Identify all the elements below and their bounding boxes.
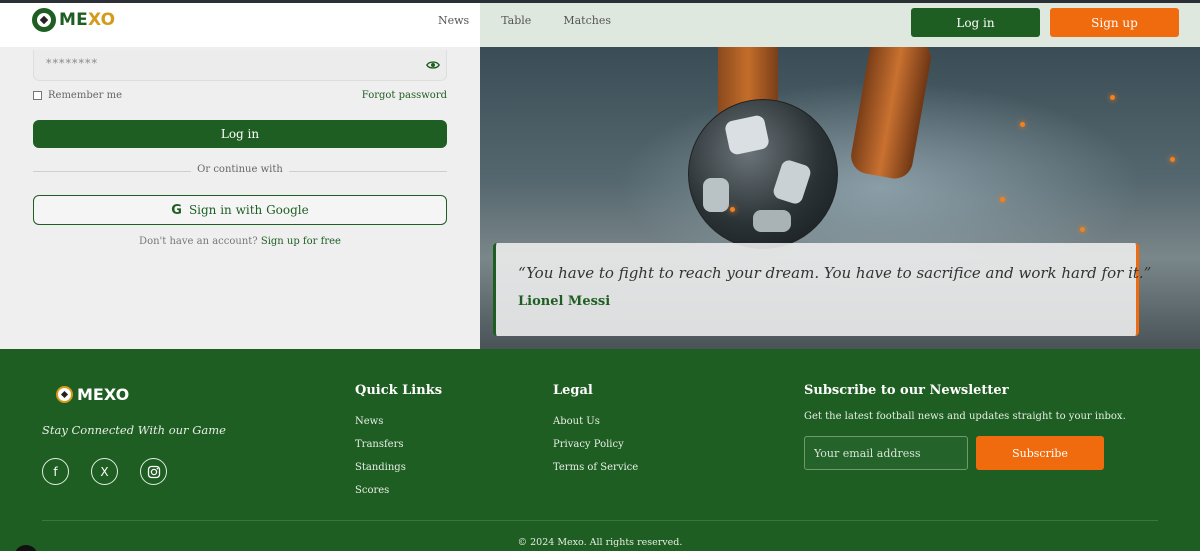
spark xyxy=(1170,157,1175,162)
google-signin-label: Sign in with Google xyxy=(188,203,309,217)
facebook-icon[interactable]: f xyxy=(42,458,69,485)
hero-image: “You have to fight to reach your dream. … xyxy=(480,47,1200,349)
spark xyxy=(730,207,735,212)
subscribe-button[interactable]: Subscribe xyxy=(976,436,1104,470)
nav-item-table[interactable]: Table xyxy=(501,14,531,27)
password-mask: ******** xyxy=(46,57,98,70)
footer-tagline: Stay Connected With our Game xyxy=(42,423,226,437)
signup-prompt: Don't have an account? Sign up for free xyxy=(33,236,447,247)
main-nav: News Table Matches xyxy=(438,14,611,27)
google-icon: G xyxy=(171,202,182,218)
soccer-ball-image xyxy=(688,99,838,249)
player-leg-right xyxy=(848,47,934,182)
quote-text: “You have to fight to reach your dream. … xyxy=(518,264,1152,282)
spark xyxy=(1020,122,1025,127)
header-signup-button[interactable]: Sign up xyxy=(1050,8,1179,37)
footer: MEXO Stay Connected With our Game f X Qu… xyxy=(0,349,1200,551)
quick-links-title: Quick Links xyxy=(355,383,443,398)
top-strip xyxy=(0,0,1200,3)
quote-card: “You have to fight to reach your dream. … xyxy=(493,243,1151,336)
signup-free-link[interactable]: Sign up for free xyxy=(261,236,341,247)
footer-divider xyxy=(42,520,1158,521)
header-login-button[interactable]: Log in xyxy=(911,8,1040,37)
legal-title: Legal xyxy=(553,383,593,398)
legal-list: About Us Privacy Policy Terms of Service xyxy=(553,415,638,484)
legal-link-privacy[interactable]: Privacy Policy xyxy=(553,438,638,461)
nav-item-news[interactable]: News xyxy=(438,14,469,27)
login-form-panel: ******** Remember me Forgot password Log… xyxy=(0,47,480,349)
remember-me[interactable]: Remember me xyxy=(33,90,122,101)
spark xyxy=(1110,95,1115,100)
social-links: f X xyxy=(42,458,167,485)
quick-link-standings[interactable]: Standings xyxy=(355,461,406,484)
quote-author: Lionel Messi xyxy=(518,294,611,309)
footer-logo[interactable]: MEXO xyxy=(56,385,129,404)
quick-links-list: News Transfers Standings Scores xyxy=(355,415,406,507)
signup-prompt-text: Don't have an account? xyxy=(139,236,258,247)
soccer-ball-icon xyxy=(32,8,56,32)
quick-link-news[interactable]: News xyxy=(355,415,406,438)
x-icon[interactable]: X xyxy=(91,458,118,485)
divider-text: Or continue with xyxy=(197,164,283,175)
newsletter-title: Subscribe to our Newsletter xyxy=(804,383,1009,398)
logo[interactable]: MEXO xyxy=(32,8,115,32)
spark xyxy=(1080,227,1085,232)
newsletter-description: Get the latest football news and updates… xyxy=(804,411,1126,422)
legal-link-terms[interactable]: Terms of Service xyxy=(553,461,638,484)
password-field[interactable]: ******** xyxy=(33,50,447,81)
divider-line-right xyxy=(289,171,447,172)
remember-me-label: Remember me xyxy=(48,90,123,101)
newsletter-email-input[interactable] xyxy=(804,436,968,470)
remember-me-checkbox[interactable] xyxy=(33,91,42,100)
nav-item-matches[interactable]: Matches xyxy=(563,14,611,27)
spark xyxy=(1000,197,1005,202)
copyright: © 2024 Mexo. All rights reserved. xyxy=(517,537,683,548)
footer-logo-text: MEXO xyxy=(77,385,130,404)
google-signin-button[interactable]: G Sign in with Google xyxy=(33,195,447,225)
or-divider: Or continue with xyxy=(33,164,447,178)
soccer-ball-icon xyxy=(56,386,73,403)
eye-icon[interactable] xyxy=(426,58,440,72)
quick-link-scores[interactable]: Scores xyxy=(355,484,406,507)
logo-text: MEXO xyxy=(59,10,116,30)
quick-link-transfers[interactable]: Transfers xyxy=(355,438,406,461)
legal-link-about[interactable]: About Us xyxy=(553,415,638,438)
forgot-password-link[interactable]: Forgot password xyxy=(362,90,447,101)
login-button[interactable]: Log in xyxy=(33,120,447,148)
instagram-icon[interactable] xyxy=(140,458,167,485)
